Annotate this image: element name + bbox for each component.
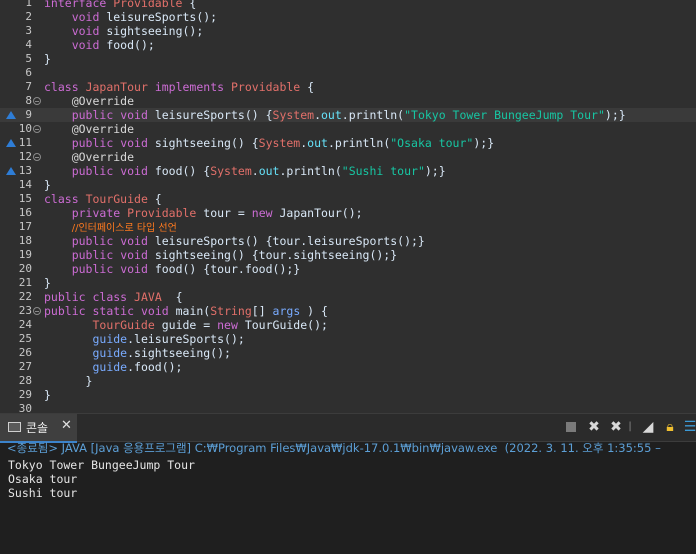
code-line: 30: [0, 402, 696, 413]
line-number: 1: [25, 0, 32, 9]
line-number: 8: [25, 94, 32, 107]
line-number: 14: [18, 178, 32, 191]
code-line: 20 public void food() {tour.food();}: [0, 262, 696, 276]
line-number: 24: [18, 318, 32, 331]
console-output[interactable]: Tokyo Tower BungeeJump Tour Osaka tour S…: [0, 457, 696, 554]
line-number: 11: [18, 136, 32, 149]
fold-toggle-icon[interactable]: [33, 125, 41, 133]
line-number: 5: [25, 52, 32, 65]
separator-icon: |: [628, 421, 632, 432]
line-number: 15: [18, 192, 32, 205]
console-status-line: <종료됨> JAVA [Java 응용프로그램] C:₩Program File…: [7, 441, 661, 455]
code-line: 3 void sightseeing();: [0, 24, 696, 38]
line-number: 20: [18, 262, 32, 275]
line-number: 25: [18, 332, 32, 345]
clear-console-icon[interactable]: ◢: [640, 419, 656, 435]
line-number: 17: [18, 220, 32, 233]
line-number: 3: [25, 24, 32, 37]
code-line: 4 void food();: [0, 38, 696, 52]
line-number: 19: [18, 248, 32, 261]
line-number: 4: [25, 38, 32, 51]
code-line: 28 }: [0, 374, 696, 388]
code-line: 11 public void sightseeing() {System.out…: [0, 136, 696, 150]
code-line: 24 TourGuide guide = new TourGuide();: [0, 318, 696, 332]
line-number: 30: [18, 402, 32, 413]
tab-console-label: 콘솔: [26, 421, 49, 435]
code-line: 22 public class JAVA {: [0, 290, 696, 304]
line-number: 6: [25, 66, 32, 79]
close-icon[interactable]: ✕: [61, 418, 72, 433]
fold-toggle-icon[interactable]: [33, 153, 41, 161]
code-line: 12 @Override: [0, 150, 696, 164]
code-line: 26 guide.sightseeing();: [0, 346, 696, 360]
code-line: 21 }: [0, 276, 696, 290]
line-number: 26: [18, 346, 32, 359]
line-number: 7: [25, 80, 32, 93]
code-line: 16 private Providable tour = new JapanTo…: [0, 206, 696, 220]
remove-launch-icon[interactable]: ✖: [586, 419, 602, 435]
line-number: 2: [25, 10, 32, 23]
code-line-current: 9 public void leisureSports() {System.ou…: [0, 108, 696, 122]
fold-toggle-icon[interactable]: [33, 97, 41, 105]
console-output-line: Osaka tour: [8, 472, 78, 486]
console-toolbar: 콘솔 ✕ ✖ ✖ | ◢ 🔒︎ ☰: [0, 413, 696, 443]
stop-icon[interactable]: [563, 419, 579, 435]
line-number: 21: [18, 276, 32, 289]
code-line: 1 interface Providable {: [0, 0, 696, 10]
line-number: 28: [18, 374, 32, 387]
console-icon: [8, 422, 21, 432]
code-line: 13 public void food() {System.out.printl…: [0, 164, 696, 178]
line-number: 23: [18, 304, 32, 317]
line-number: 13: [18, 164, 32, 177]
tab-console[interactable]: 콘솔 ✕: [0, 414, 77, 443]
code-line: 8 @Override: [0, 94, 696, 108]
line-number: 9: [25, 108, 32, 121]
code-line: 25 guide.leisureSports();: [0, 332, 696, 346]
line-number: 16: [18, 206, 32, 219]
line-number: 29: [18, 388, 32, 401]
code-line: 27 guide.food();: [0, 360, 696, 374]
code-line: 14 }: [0, 178, 696, 192]
code-line: 5 }: [0, 52, 696, 66]
code-editor[interactable]: 1 interface Providable { 2 void leisureS…: [0, 0, 696, 413]
code-line: 18 public void leisureSports() {tour.lei…: [0, 234, 696, 248]
line-number: 12: [18, 150, 32, 163]
code-line: 17 //인터페이스로 타입 선언: [0, 220, 696, 234]
code-line: 2 void leisureSports();: [0, 10, 696, 24]
code-line: 19 public void sightseeing() {tour.sight…: [0, 248, 696, 262]
view-menu-icon[interactable]: ☰: [682, 419, 696, 435]
code-line: 23 public static void main(String[] args…: [0, 304, 696, 318]
code-comment: //인터페이스로 타입 선언: [71, 223, 177, 234]
line-number: 18: [18, 234, 32, 247]
code-line: 15 class TourGuide {: [0, 192, 696, 206]
scroll-lock-icon[interactable]: 🔒︎: [662, 419, 678, 435]
line-number: 10: [18, 122, 32, 135]
console-output-line: Sushi tour: [8, 486, 78, 500]
console-output-line: Tokyo Tower BungeeJump Tour: [8, 458, 195, 472]
code-line: 7 class JapanTour implements Providable …: [0, 80, 696, 94]
code-line: 29 }: [0, 388, 696, 402]
code-line: 10 @Override: [0, 122, 696, 136]
fold-toggle-icon[interactable]: [33, 307, 41, 315]
line-number: 27: [18, 360, 32, 373]
code-line: 6: [0, 66, 696, 80]
line-number: 22: [18, 290, 32, 303]
